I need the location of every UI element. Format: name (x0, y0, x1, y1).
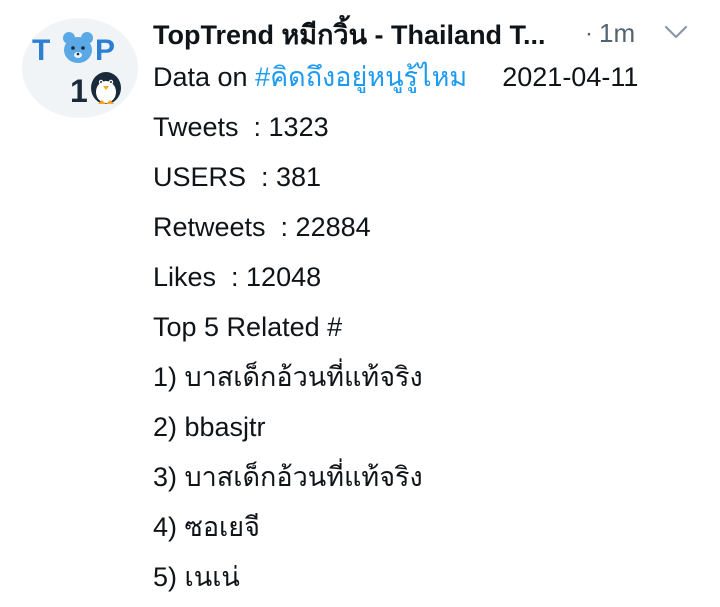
related-item-3: 3) บาสเด็กอ้วนที่แท้จริง (153, 462, 423, 492)
logo-digit-1: 1 (70, 73, 88, 109)
related-item-4: 4) ซอเยจี (153, 512, 260, 542)
chevron-down-icon[interactable] (663, 22, 689, 42)
related-item-1: 1) บาสเด็กอ้วนที่แท้จริง (153, 362, 423, 392)
author-name[interactable]: TopTrend หมีกวิ้น - Thailand T... (153, 13, 546, 56)
logo-letter-t: T (32, 34, 50, 67)
bear-icon (63, 32, 93, 63)
tweet-content: TopTrend หมีกวิ้น - Thailand T... · 1m D… (153, 0, 720, 602)
penguin-icon (91, 72, 121, 104)
tweet-meta: · 1m (585, 18, 635, 49)
likes-count-line: Likes : 12048 (153, 262, 322, 292)
avatar[interactable]: T P 1 (22, 18, 138, 118)
retweets-count-line: Retweets : 22884 (153, 212, 371, 242)
logo-letter-p: P (95, 34, 115, 67)
meta-separator: · (585, 19, 593, 47)
tweets-count-line: Tweets : 1323 (153, 112, 329, 142)
top10-logo-icon: T P 1 (32, 32, 121, 109)
related-heading: Top 5 Related # (153, 312, 343, 342)
related-item-5: 5) เนเน่ (153, 562, 240, 592)
tweet-card[interactable]: T P 1 TopTrend หมีกวิ้น - Thailand T... … (0, 0, 720, 607)
tweet-header: TopTrend หมีกวิ้น - Thailand T... · 1m (153, 0, 720, 68)
users-count-line: USERS : 381 (153, 162, 322, 192)
tweet-time[interactable]: 1m (599, 18, 635, 49)
related-item-2: 2) bbasjtr (153, 412, 266, 442)
